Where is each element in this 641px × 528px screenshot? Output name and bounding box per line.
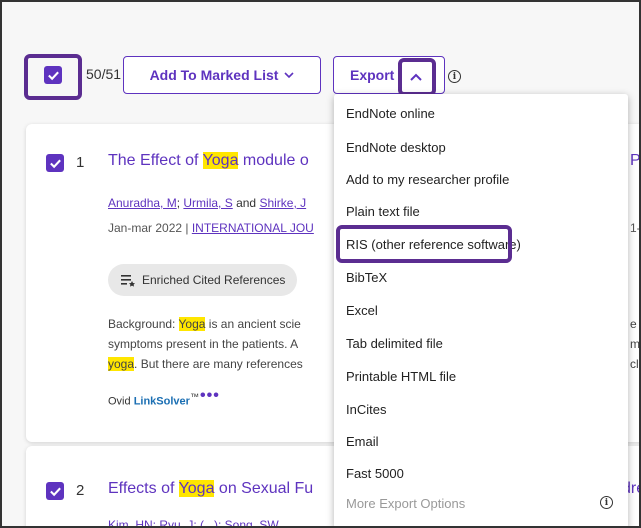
abstract-clipped: me [630, 337, 640, 351]
check-icon [49, 159, 61, 168]
journal-link[interactable]: INTERNATIONAL JOU [192, 221, 314, 235]
menu-item-plain-text[interactable]: Plain text file [346, 204, 420, 219]
abstract-line: Background: Yoga is an ancient scie [108, 314, 301, 334]
menu-item-researcher-profile[interactable]: Add to my researcher profile [346, 172, 509, 187]
info-icon[interactable]: i [448, 70, 461, 83]
results-frame: 50/51 Add To Marked List Export i 1 The … [0, 0, 641, 528]
title-text: Effects of [108, 480, 179, 497]
ris-highlight [336, 225, 512, 263]
select-all-highlight [24, 54, 82, 100]
title-clipped: Pil [630, 152, 641, 169]
publish-date: Jan-mar 2022 | [108, 221, 192, 235]
abstract-clipped: clu [630, 357, 639, 371]
chevron-up-icon[interactable] [409, 72, 423, 82]
menu-item-more-export-options: More Export Options [346, 496, 466, 511]
authors-list: Kim, HN; Ryu, J; (...); Song, SW [108, 518, 279, 528]
chevron-down-icon [284, 72, 294, 79]
abstract-highlight: Yoga [178, 317, 206, 331]
enriched-label: Enriched Cited References [142, 273, 286, 287]
menu-item-bibtex[interactable]: BibTeX [346, 270, 387, 285]
record-number: 2 [76, 482, 85, 499]
menu-item-fast-5000[interactable]: Fast 5000 [346, 466, 404, 481]
record-title-link[interactable]: The Effect of Yoga module o [108, 152, 309, 170]
export-label: Export [350, 67, 395, 83]
linksolver-brand: LinkSolver [133, 395, 190, 408]
abstract-label: Background: [108, 317, 179, 331]
list-star-icon [121, 275, 135, 287]
author-link[interactable]: Shirke, J [259, 196, 306, 210]
export-dropdown-menu: EndNote online EndNote desktop Add to my… [334, 94, 628, 526]
record-title-link[interactable]: Effects of Yoga on Sexual Fu [108, 480, 313, 498]
title-highlight: Yoga [178, 480, 215, 497]
menu-item-email[interactable]: Email [346, 434, 379, 449]
title-text: on Sexual Fu [214, 480, 314, 497]
meta-clipped: 1-2 [630, 221, 641, 235]
abstract-line: yoga. But there are many references [108, 354, 303, 374]
enriched-cited-references-button[interactable]: Enriched Cited References [108, 264, 298, 296]
check-icon [49, 487, 61, 496]
menu-item-tab-delimited[interactable]: Tab delimited file [346, 336, 443, 351]
title-text: module o [238, 152, 309, 169]
add-to-marked-list-button[interactable]: Add To Marked List [123, 56, 321, 94]
menu-item-excel[interactable]: Excel [346, 303, 378, 318]
selected-count: 50/51 [86, 66, 122, 82]
abstract-text: . But there are many references [134, 357, 303, 371]
add-to-marked-list-label: Add To Marked List [149, 67, 279, 83]
author-link[interactable]: Urmila, S [183, 196, 232, 210]
abstract-text: is an ancient scie [205, 317, 301, 331]
record-2-checkbox[interactable] [46, 482, 64, 500]
menu-item-endnote-desktop[interactable]: EndNote desktop [346, 140, 446, 155]
abstract-clipped: e h [630, 317, 639, 331]
abstract-line: symptoms present in the patients. A [108, 337, 299, 351]
record-meta: Jan-mar 2022 | INTERNATIONAL JOU [108, 221, 314, 235]
title-text: The Effect of [108, 152, 203, 169]
info-icon[interactable]: i [600, 496, 613, 509]
ovid-prefix: Ovid [108, 395, 134, 408]
authors-list: Anuradha, M; Urmila, S and Shirke, J [108, 196, 307, 210]
ovid-linksolver-link[interactable]: Ovid LinkSolver™ [108, 392, 199, 408]
menu-item-incites[interactable]: InCites [346, 402, 386, 417]
author-link[interactable]: Anuradha, M [108, 196, 177, 210]
menu-item-endnote-online[interactable]: EndNote online [346, 106, 435, 121]
abstract-highlight: yoga [108, 357, 135, 371]
title-highlight: Yoga [202, 152, 239, 169]
more-options-icon[interactable]: ••• [200, 387, 220, 405]
menu-item-printable-html[interactable]: Printable HTML file [346, 369, 456, 384]
record-number: 1 [76, 154, 85, 171]
record-1-checkbox[interactable] [46, 154, 64, 172]
